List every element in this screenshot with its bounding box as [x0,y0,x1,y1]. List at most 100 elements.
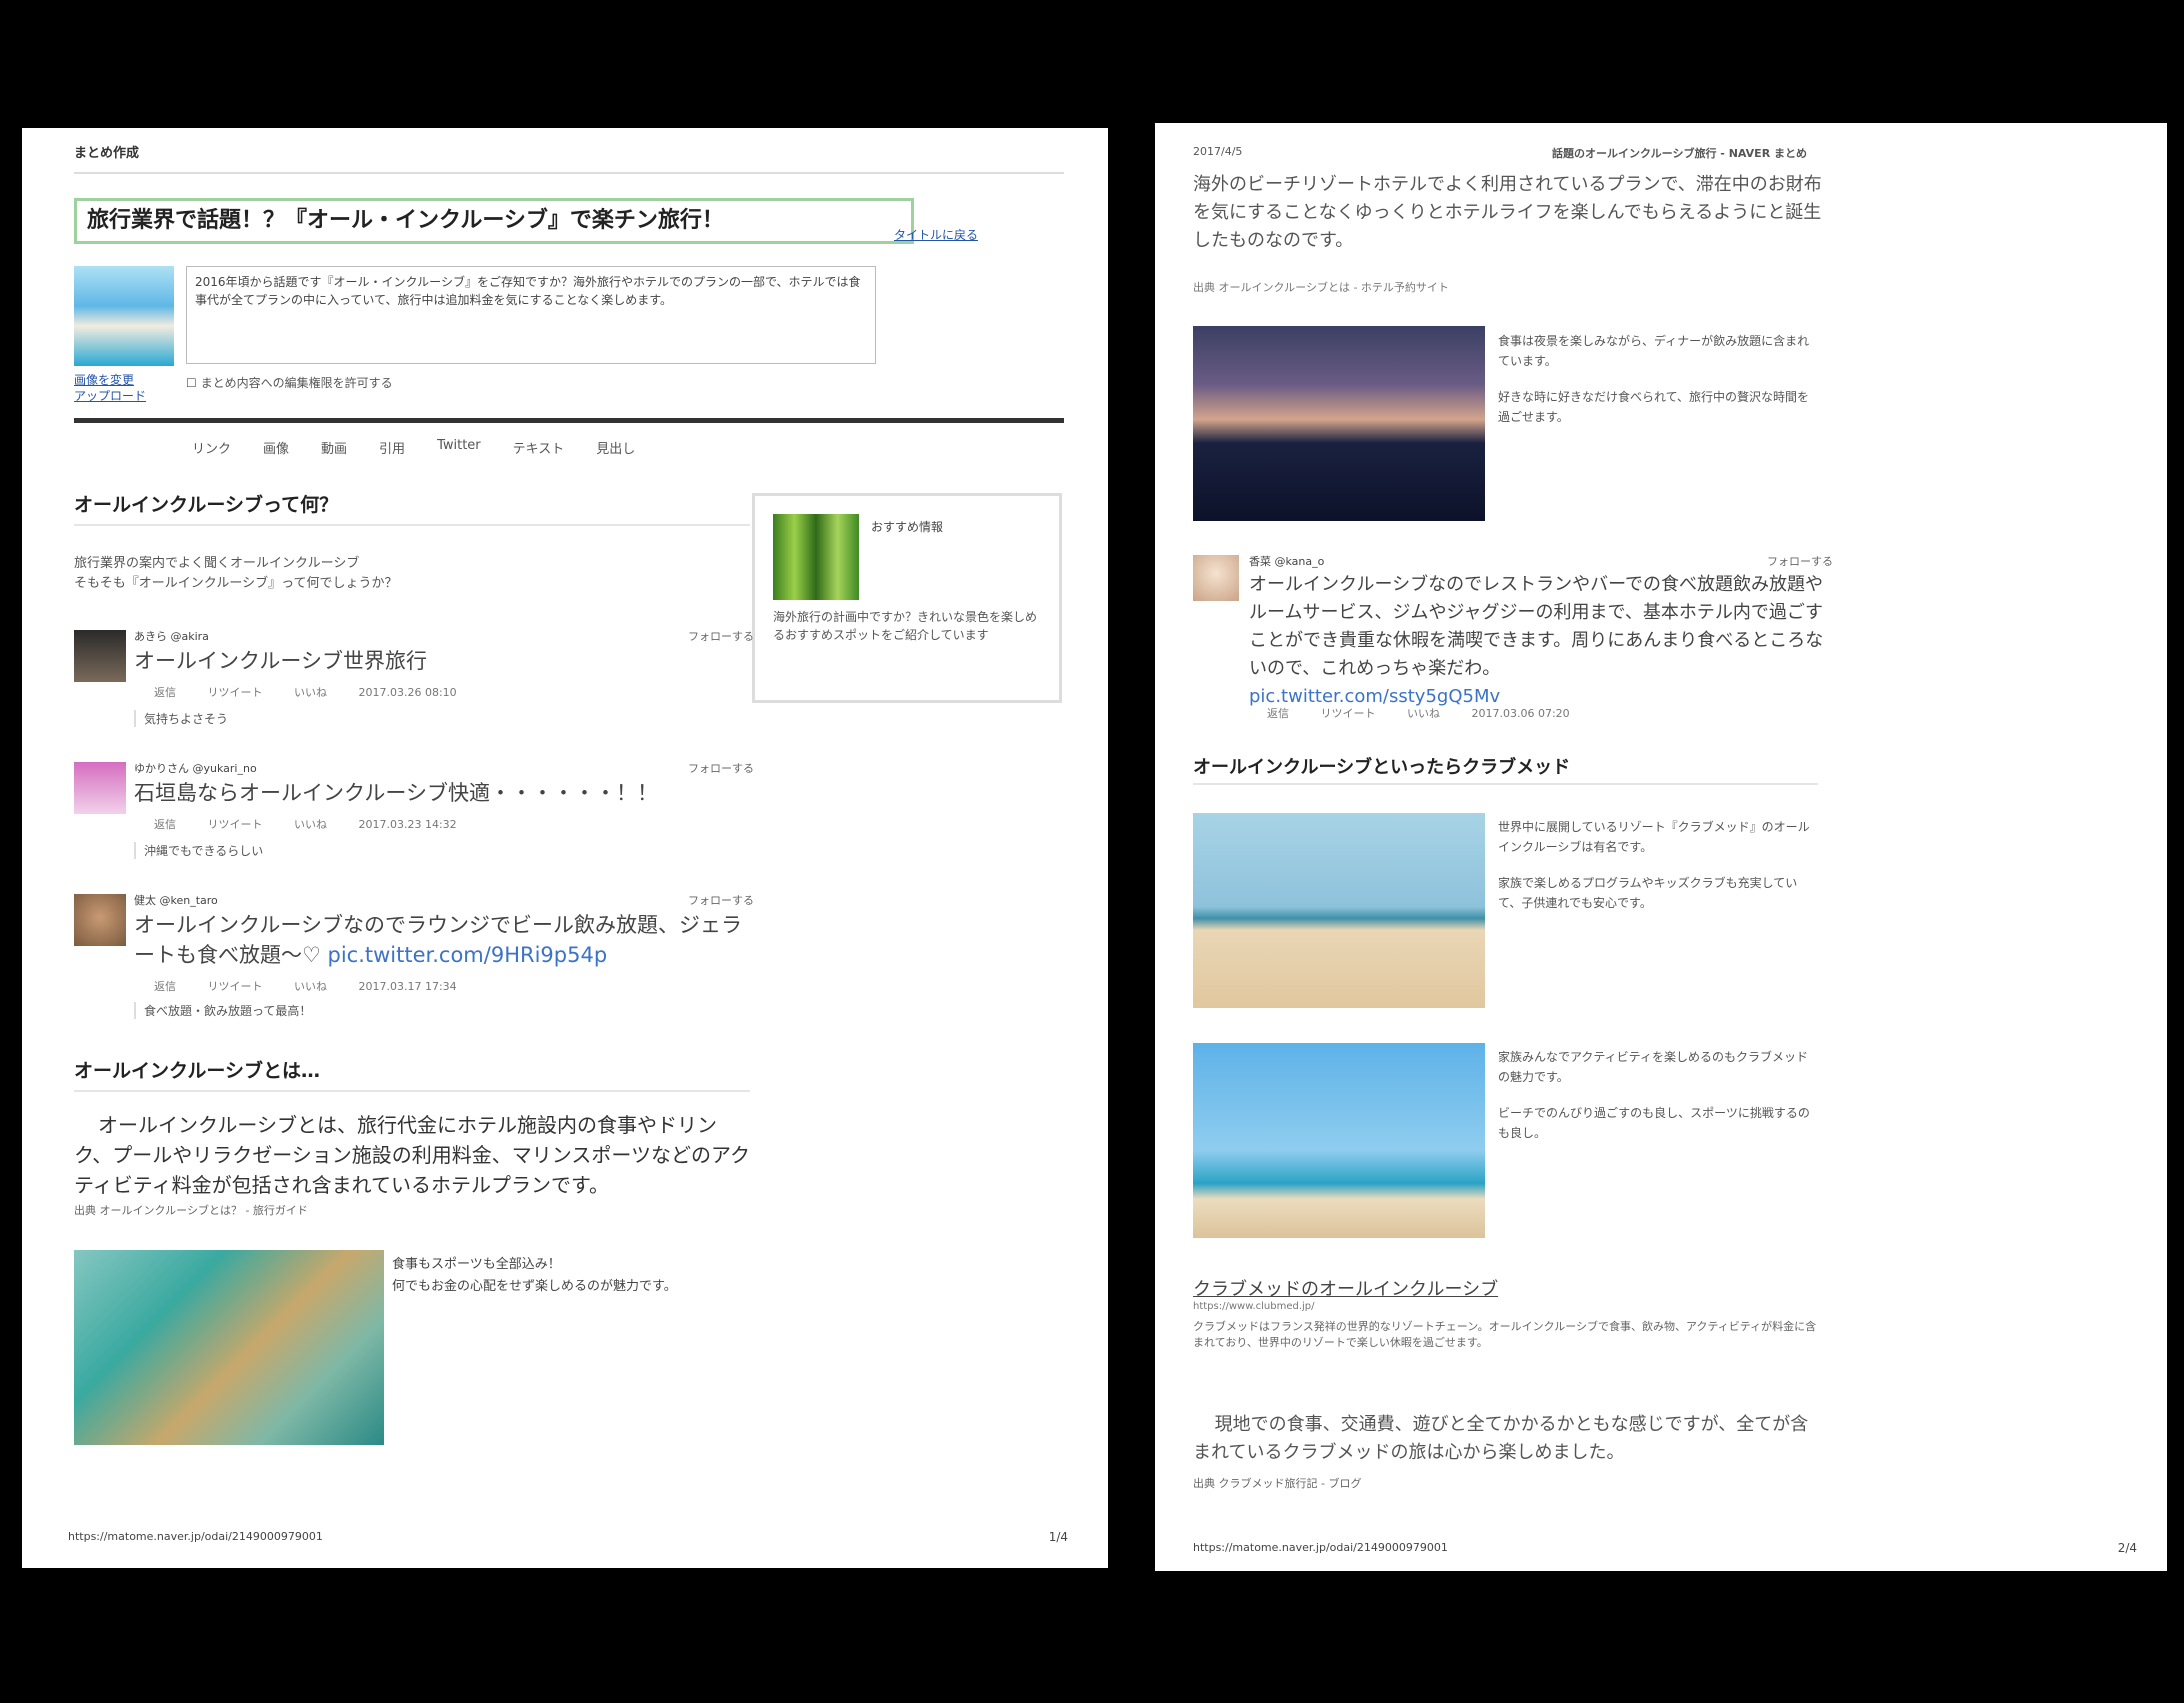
print-title: 話題のオールインクルーシブ旅行 - NAVER まとめ [1552,147,1807,160]
tweet-timestamp: 2017.03.06 07:20 [1471,707,1570,720]
link-card-description: クラブメッドはフランス発祥の世界的なリゾートチェーン。オールインクルーシブで食事… [1193,1320,1817,1349]
reply-link[interactable]: 返信 [154,686,176,699]
like-link[interactable]: いいね [294,818,327,831]
section1-intro-1: 旅行業界の案内でよく聞くオールインクルーシブ [74,556,360,571]
nav-twitter[interactable]: Twitter [437,438,481,457]
description-textarea[interactable]: 2016年頃から話題です『オール・インクルーシブ』をご存知ですか？海外旅行やホテ… [186,266,876,364]
section-divider-1 [74,524,750,526]
tweet-timestamp: 2017.03.17 17:34 [358,980,457,993]
ad-box[interactable]: おすすめ情報 海外旅行の計画中ですか？きれいな景色を楽しめるおすすめスポットをご… [752,493,1062,703]
tweet-author[interactable]: ゆかりさん @yukari_no [134,760,257,776]
follow-button[interactable]: フォローする [688,760,754,776]
beach-image-caption: 世界中に展開しているリゾート『クラブメッド』のオールインクルーシブは有名です。 … [1498,817,1818,913]
kayak-image [74,1250,384,1445]
permission-checkbox-row[interactable]: ☐ まとめ内容への編集権限を許可する [186,374,393,391]
tweet-timestamp: 2017.03.26 08:10 [358,686,457,699]
tweet-pic-link[interactable]: pic.twitter.com/9HRi9p54p [328,943,608,967]
tweet-author[interactable]: 香菜 @kana_o [1249,553,1324,569]
beach-family-image [1193,813,1485,1008]
nav-heading[interactable]: 見出し [596,438,635,457]
tweet-comment: 食べ放題・飲み放題って最高！ [134,1002,311,1019]
family-image-caption: 家族みんなでアクティビティを楽しめるのもクラブメッドの魅力です。 ビーチでのんび… [1498,1047,1818,1143]
toolbar-rule [74,418,1064,423]
tweet-timestamp: 2017.03.23 14:32 [358,818,457,831]
tweet-card: あきら @akira フォローする オールインクルーシブ世界旅行 返信 リツイー… [74,630,754,730]
reply-link[interactable]: 返信 [1267,707,1289,720]
link-card-url[interactable]: https://www.clubmed.jp/ [1193,1301,1315,1312]
avatar[interactable] [74,894,126,946]
nav-video[interactable]: 動画 [321,438,347,457]
avatar[interactable] [1193,555,1239,601]
night-image-caption: 食事は夜景を楽しみながら、ディナーが飲み放題に含まれています。 好きな時に好きな… [1498,331,1818,427]
tweet-meta: 返信 リツイート いいね 2017.03.23 14:32 [154,816,485,832]
section-divider-2 [74,1090,750,1092]
follow-button[interactable]: フォローする [688,892,754,908]
add-item-toolbar: リンク 画像 動画 引用 Twitter テキスト 見出し [192,438,635,457]
follow-button[interactable]: フォローする [1767,553,1833,569]
nav-quote[interactable]: 引用 [379,438,405,457]
tweet-pic-link[interactable]: pic.twitter.com/ssty5gQ5Mv [1249,686,1500,707]
night-dinner-image [1193,326,1485,521]
section2-body: オールインクルーシブとは、旅行代金にホテル施設内の食事やドリンク、プールやリラク… [74,1113,750,1197]
change-image-link[interactable]: 画像を変更 [74,372,146,388]
follow-button[interactable]: フォローする [688,628,754,644]
retweet-link[interactable]: リツイート [208,818,263,831]
footer-url: https://matome.naver.jp/odai/21490009790… [1193,1541,1448,1554]
kayak-caption-1: 食事もスポーツも全部込み！ [392,1257,561,1272]
page-number: 2/4 [2117,1541,2137,1555]
retweet-link[interactable]: リツイート [208,980,263,993]
tweet-meta: 返信 リツイート いいね 2017.03.26 08:10 [154,684,485,700]
document-page-2: 2017/4/5 話題のオールインクルーシブ旅行 - NAVER まとめ 海外の… [1155,123,2167,1571]
intro-cite[interactable]: 出典 オールインクルーシブとは - ホテル予約サイト [1193,279,1449,295]
thumbnail-links: 画像を変更 アップロード [74,372,146,404]
avatar[interactable] [74,762,126,814]
thumbnail-image[interactable] [74,266,174,366]
like-link[interactable]: いいね [294,686,327,699]
upload-link[interactable]: アップロード [74,388,146,404]
closing-cite[interactable]: 出典 クラブメッド旅行記 - ブログ [1193,1475,1361,1491]
ad-image[interactable] [773,514,859,600]
section-heading-2: オールインクルーシブとは… [74,1060,321,1082]
tweet-meta: 返信 リツイート いいね 2017.03.17 17:34 [154,978,485,994]
reply-link[interactable]: 返信 [154,980,176,993]
section-heading: オールインクルーシブといったらクラブメッド [1193,757,1571,778]
link-card-title[interactable]: クラブメッドのオールインクルーシブ [1193,1275,1498,1301]
tweet-text: オールインクルーシブなのでラウンジでビール飲み放題、ジェラートも食べ放題〜♡ p… [134,910,754,970]
print-date: 2017/4/5 [1193,145,1243,158]
checkbox-label: まとめ内容への編集権限を許可する [200,376,393,390]
section-divider [1193,783,1818,785]
intro-text: 海外のビーチリゾートホテルでよく利用されているプランで、滞在中のお財布を気にする… [1193,174,1822,251]
footer-url: https://matome.naver.jp/odai/21490009790… [68,1530,323,1543]
tweet-card: 健太 @ken_taro フォローする オールインクルーシブなのでラウンジでビー… [74,894,754,1024]
avatar[interactable] [74,630,126,682]
tweet-comment: 気持ちよさそう [134,710,228,727]
tweet-text-body: オールインクルーシブなのでレストランやバーでの食べ放題飲み放題やルームサービス、… [1249,574,1824,679]
like-link[interactable]: いいね [1407,707,1440,720]
like-link[interactable]: いいね [294,980,327,993]
section1-intro-2: そもそも『オールインクルーシブ』って何でしょうか？ [74,576,398,591]
closing-text: 現地での食事、交通費、遊びと全てかかるかともな感じですが、全てが含まれているクラ… [1193,1414,1809,1463]
night-caption-1: 食事は夜景を楽しみながら、ディナーが飲み放題に含まれています。 [1498,334,1810,368]
family-caption-1: 家族みんなでアクティビティを楽しめるのもクラブメッドの魅力です。 [1498,1050,1808,1084]
tweet-author[interactable]: あきら @akira [134,628,209,644]
ad-title: おすすめ情報 [871,520,944,534]
section2-cite[interactable]: 出典 オールインクルーシブとは？ - 旅行ガイド [74,1202,308,1218]
nav-link[interactable]: リンク [192,438,231,457]
title-side-link[interactable]: タイトルに戻る [894,226,978,243]
page-header: まとめ作成 [74,146,140,161]
nav-image[interactable]: 画像 [263,438,289,457]
reply-link[interactable]: 返信 [154,818,176,831]
title-input[interactable]: 旅行業界で話題！？『オール・インクルーシブ』で楽チン旅行！ [74,198,914,244]
checkbox[interactable]: ☐ [186,376,197,390]
retweet-link[interactable]: リツイート [208,686,263,699]
section-heading-1: オールインクルーシブって何？ [74,494,339,516]
kayak-caption-2: 何でもお金の心配をせず楽しめるのが魅力です。 [392,1279,677,1294]
tweet-text: 石垣島ならオールインクルーシブ快適・・・・・・！！ [134,781,658,805]
tweet-comment: 沖縄でもできるらしい [134,842,263,859]
tweet-author[interactable]: 健太 @ken_taro [134,892,218,908]
document-page-1: まとめ作成 旅行業界で話題！？『オール・インクルーシブ』で楽チン旅行！ タイトル… [22,128,1108,1568]
retweet-link[interactable]: リツイート [1321,707,1376,720]
kayak-caption: 食事もスポーツも全部込み！ 何でもお金の心配をせず楽しめるのが魅力です。 [392,1254,677,1298]
nav-text[interactable]: テキスト [513,438,565,457]
beach-caption-2: 家族で楽しめるプログラムやキッズクラブも充実していて、子供連れでも安心です。 [1498,876,1798,910]
